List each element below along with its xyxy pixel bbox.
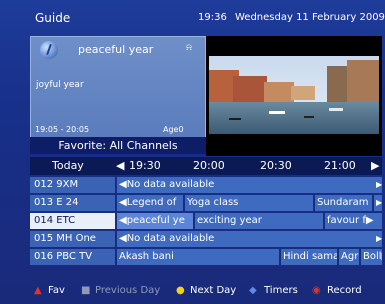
record-icon: ◉ (312, 285, 321, 296)
channel-name[interactable]: 015 MH One (30, 231, 115, 247)
time-slot: 20:30 (260, 159, 292, 172)
program-cell[interactable]: Hindi sama (281, 249, 337, 265)
program-subtitle: joyful year (36, 80, 84, 90)
program-cell[interactable]: ◀No data available (117, 231, 374, 247)
time-bar: Today ◀ 19:30 20:00 20:30 21:00 ▶ (30, 157, 382, 175)
program-cell[interactable]: ◀peaceful ye (117, 213, 193, 229)
program-cell[interactable]: favour f▶ (325, 213, 382, 229)
program-cell[interactable]: ▶ (374, 177, 382, 193)
blue-diamond-icon: ◆ (249, 285, 257, 296)
header-bar: Guide 19:36 Wednesday 11 February 2009 (0, 0, 385, 36)
program-cell[interactable]: Sundaram (315, 195, 372, 211)
next-day-label[interactable]: Next Day (190, 285, 236, 296)
program-cell[interactable]: ▶ (374, 231, 382, 247)
program-cell[interactable]: ▶ (374, 195, 382, 211)
globe-icon (40, 41, 58, 59)
favorite-group-label[interactable]: Favorite: All Channels (30, 137, 206, 154)
gray-square-icon: ■ (81, 285, 91, 296)
program-cell[interactable]: ◀Legend of (117, 195, 183, 211)
scroll-right-icon[interactable]: ▶ (371, 159, 379, 172)
page-title: Guide (35, 11, 71, 25)
channel-name[interactable]: 016 PBC TV (30, 249, 115, 265)
channel-name[interactable]: 014 ETC (30, 213, 115, 229)
program-cell[interactable]: Yoga class (185, 195, 313, 211)
red-triangle-icon: ▲ (34, 285, 42, 296)
color-key-legend: ▲ Fav ■ Previous Day ● Next Day ◆ Timers… (0, 278, 385, 304)
current-date: Wednesday 11 February 2009 (235, 12, 385, 23)
program-cell[interactable]: Akash bani (117, 249, 279, 265)
channel-row: 014 ETC ◀peaceful ye exciting year favou… (30, 213, 382, 230)
age-rating: Age0 (163, 125, 184, 134)
program-name: peaceful year (78, 43, 154, 56)
channel-row: 016 PBC TV Akash bani Hindi sama Agri Bo… (30, 249, 382, 266)
channel-row: 012 9XM ◀No data available ▶ (30, 177, 382, 194)
program-cell[interactable]: Boll▶ (361, 249, 382, 265)
scroll-left-icon[interactable]: ◀ (116, 159, 124, 172)
signal-icon: ⍾ (186, 43, 192, 53)
program-time-range: 19:05 - 20:05 (35, 125, 90, 134)
channel-name[interactable]: 013 E 24 (30, 195, 115, 211)
previous-day-label[interactable]: Previous Day (95, 285, 160, 296)
channel-row: 015 MH One ◀No data available ▶ (30, 231, 382, 248)
video-preview (206, 36, 382, 156)
fav-label[interactable]: Fav (48, 285, 65, 296)
timers-label[interactable]: Timers (264, 285, 298, 296)
yellow-circle-icon: ● (176, 285, 185, 296)
program-cell[interactable]: exciting year (195, 213, 323, 229)
program-cell[interactable]: Agri (339, 249, 359, 265)
program-cell[interactable]: ◀No data available (117, 177, 374, 193)
channel-row: 013 E 24 ◀Legend of Yoga class Sundaram … (30, 195, 382, 212)
video-frame-image (209, 56, 379, 134)
current-time: 19:36 (198, 12, 227, 23)
day-label: Today (52, 159, 84, 172)
time-slot: 19:30 (129, 159, 161, 172)
record-label[interactable]: Record (327, 285, 362, 296)
channel-name[interactable]: 012 9XM (30, 177, 115, 193)
time-slot: 20:00 (193, 159, 225, 172)
time-slot: 21:00 (324, 159, 356, 172)
program-info-panel: peaceful year ⍾ joyful year 19:05 - 20:0… (30, 36, 206, 138)
epg-screen: Guide 19:36 Wednesday 11 February 2009 p… (0, 0, 385, 304)
